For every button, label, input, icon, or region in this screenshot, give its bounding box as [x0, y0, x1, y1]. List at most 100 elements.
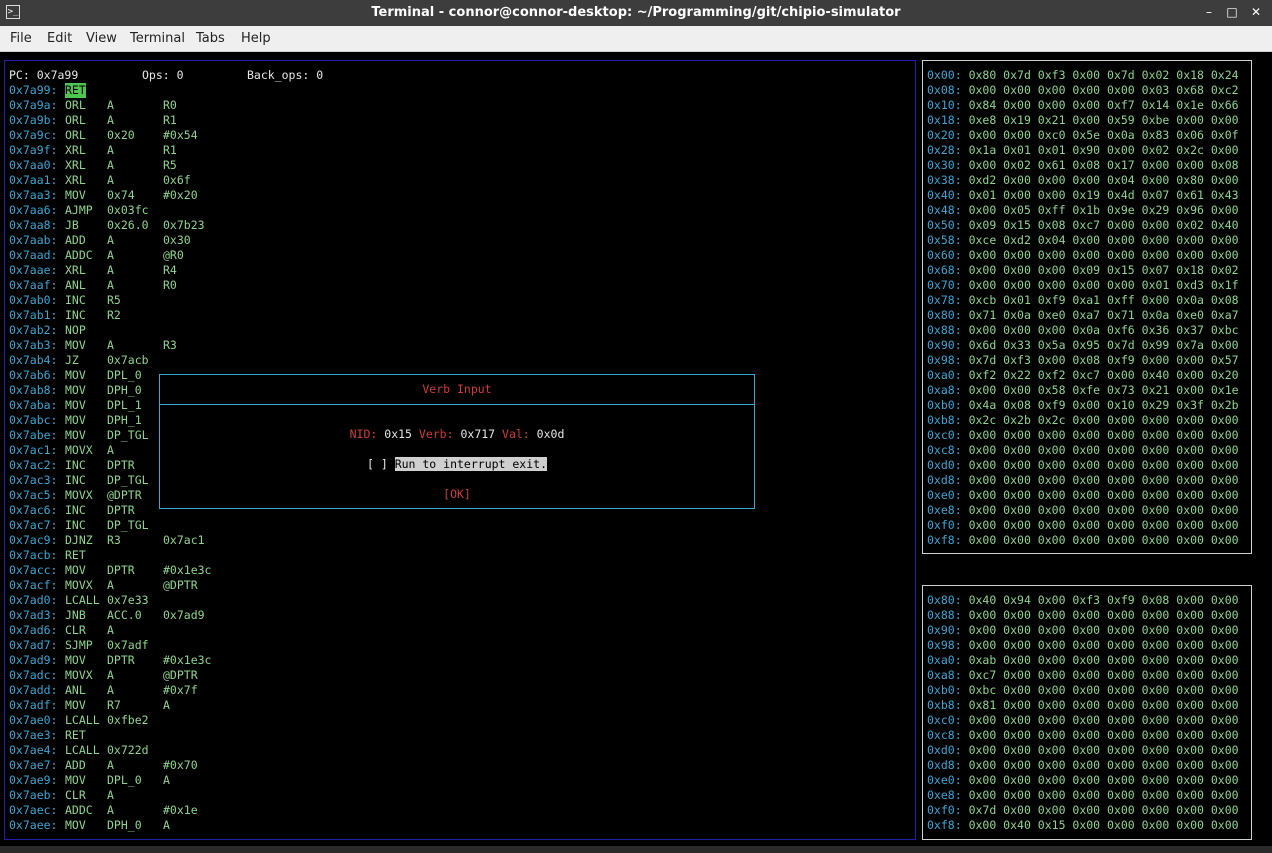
ops-label: Ops:: [142, 68, 170, 82]
hex-row-bytes: 0x00 0x00 0x00 0x0a 0xf6 0x36 0x37 0xbc: [968, 323, 1239, 337]
hex-row: 0xe8: 0x00 0x00 0x00 0x00 0x00 0x00 0x00…: [927, 503, 1239, 518]
instruction-mnemonic: DJNZ: [65, 533, 93, 547]
hex-row: 0x70: 0x00 0x00 0x00 0x00 0x00 0x01 0xd3…: [927, 278, 1239, 293]
hex-row: 0x28: 0x1a 0x01 0x01 0x90 0x00 0x02 0x2c…: [927, 143, 1239, 158]
instruction-address: 0x7ab8:: [9, 383, 58, 397]
hex-row-address: 0xb8:: [927, 698, 962, 712]
instruction-address: 0x7ad6:: [9, 623, 58, 637]
menu-help[interactable]: Help: [241, 31, 271, 46]
maximize-button[interactable]: □: [1224, 4, 1240, 20]
menu-view[interactable]: View: [86, 31, 117, 46]
hex-row: 0xd8: 0x00 0x00 0x00 0x00 0x00 0x00 0x00…: [927, 758, 1239, 773]
instruction-operand-1: A: [107, 233, 114, 247]
hex-row: 0xc8: 0x00 0x00 0x00 0x00 0x00 0x00 0x00…: [927, 728, 1239, 743]
hex-row-bytes: 0x00 0x00 0x00 0x00 0x00 0x00 0x00 0x00: [968, 788, 1239, 802]
terminal-area[interactable]: PC: 0x7a99 Ops: 0 Back_ops: 0 0x7a99: RET…: [0, 52, 1272, 853]
verb-input-dialog: Verb Input NID: 0x15 Verb: 0x717 Val: 0x…: [159, 374, 755, 509]
instruction-mnemonic: MOV: [65, 818, 86, 832]
hex-row-bytes: 0x7d 0xf3 0x00 0x08 0xf9 0x00 0x00 0x57: [968, 353, 1239, 367]
hex-row-address: 0xb0:: [927, 398, 962, 412]
instruction-address: 0x7ad3:: [9, 608, 58, 622]
hex-row-bytes: 0x00 0x00 0x00 0x00 0x00 0x00 0x00 0x00: [968, 503, 1239, 517]
ops-value: 0: [176, 68, 184, 82]
hex-row: 0xb0: 0xbc 0x00 0x00 0x00 0x00 0x00 0x00…: [927, 683, 1239, 698]
hex-row-address: 0xd8:: [927, 473, 962, 487]
nid-value[interactable]: 0x15: [384, 427, 412, 441]
instruction-operand-1: 0x03fc: [107, 203, 149, 217]
instruction-operand-2: A: [163, 773, 170, 787]
hex-row-bytes: 0x7d 0x00 0x00 0x00 0x00 0x00 0x00 0x00: [968, 803, 1239, 817]
window-titlebar[interactable]: >_ Terminal - connor@connor-desktop: ~/P…: [0, 0, 1272, 26]
instruction-address: 0x7ac6:: [9, 503, 58, 517]
hex-row-address: 0xc8:: [927, 443, 962, 457]
instruction-address: 0x7aec:: [9, 803, 58, 817]
hex-row-bytes: 0x00 0x40 0x15 0x00 0x00 0x00 0x00 0x00: [968, 818, 1239, 832]
instruction-mnemonic: LCALL: [65, 593, 100, 607]
menu-file[interactable]: File: [10, 31, 32, 46]
instruction-operand-1: DPH_0: [107, 383, 142, 397]
instruction-mnemonic: SJMP: [65, 638, 93, 652]
instruction-operand-1: A: [107, 263, 114, 277]
hex-row-bytes: 0x00 0x05 0xff 0x1b 0x9e 0x29 0x96 0x00: [968, 203, 1239, 217]
instruction-operand-1: A: [107, 803, 114, 817]
instruction-mnemonic: ANL: [65, 278, 86, 292]
hex-row-bytes: 0x00 0x00 0x00 0x00 0x00 0x00 0x00 0x00: [968, 488, 1239, 502]
hex-row-address: 0xf0:: [927, 518, 962, 532]
hex-row-bytes: 0xbc 0x00 0x00 0x00 0x00 0x00 0x00 0x00: [968, 683, 1239, 697]
instruction-address: 0x7ac9:: [9, 533, 58, 547]
instruction-operand-2: #0x54: [163, 128, 198, 142]
hex-row: 0x38: 0xd2 0x00 0x00 0x00 0x04 0x00 0x80…: [927, 173, 1239, 188]
instruction-operand-2: R0: [163, 278, 177, 292]
instruction-operand-1: A: [107, 143, 114, 157]
hex-row: 0x20: 0x00 0x00 0xc0 0x5e 0x0a 0x83 0x06…: [927, 128, 1239, 143]
hex-row-bytes: 0x00 0x00 0x00 0x00 0x00 0x00 0x00 0x00: [968, 623, 1239, 637]
val-value[interactable]: 0x0d: [537, 427, 565, 441]
hex-row: 0xa0: 0xab 0x00 0x00 0x00 0x00 0x00 0x00…: [927, 653, 1239, 668]
hex-row-bytes: 0x00 0x00 0x00 0x00 0x00 0x03 0x68 0xc2: [968, 83, 1239, 97]
menu-tabs[interactable]: Tabs: [196, 31, 225, 46]
instruction-operand-1: 0xfbe2: [107, 713, 149, 727]
instruction-operand-2: 0x7ac1: [163, 533, 205, 547]
minimize-button[interactable]: –: [1201, 4, 1217, 20]
instruction-operand-2: @DPTR: [163, 578, 198, 592]
hex-row: 0x18: 0xe8 0x19 0x21 0x00 0x59 0xbe 0x00…: [927, 113, 1239, 128]
instruction-operand-1: A: [107, 158, 114, 172]
instruction-mnemonic: ORL: [65, 98, 86, 112]
menu-edit[interactable]: Edit: [47, 31, 72, 46]
close-button[interactable]: ✕: [1248, 4, 1264, 20]
verb-value[interactable]: 0x717: [460, 427, 495, 441]
instruction-mnemonic: MOV: [65, 413, 86, 427]
instruction-operand-1: R7: [107, 698, 121, 712]
instruction-mnemonic: INC: [65, 518, 86, 532]
interrupt-exit-checkbox[interactable]: [ ]: [367, 457, 388, 471]
hex-row: 0xe0: 0x00 0x00 0x00 0x00 0x00 0x00 0x00…: [927, 773, 1239, 788]
instruction-operand-1: R2: [107, 308, 121, 322]
interrupt-exit-label[interactable]: Run to interrupt exit.: [394, 457, 548, 471]
hex-row-bytes: 0x00 0x00 0x00 0x00 0x00 0x00 0x00 0x00: [968, 443, 1239, 457]
hex-row: 0x88: 0x00 0x00 0x00 0x0a 0xf6 0x36 0x37…: [927, 323, 1239, 338]
val-label: Val:: [502, 427, 530, 441]
instruction-operand-2: R0: [163, 98, 177, 112]
instruction-operand-1: A: [107, 788, 114, 802]
instruction-address: 0x7a9a:: [9, 98, 58, 112]
instruction-operand-2: #0x1e: [163, 803, 198, 817]
hex-row-address: 0x08:: [927, 83, 962, 97]
hex-row-address: 0x20:: [927, 128, 962, 142]
instruction-operand-2: R1: [163, 113, 177, 127]
instruction-operand-1: DPTR: [107, 653, 135, 667]
menu-terminal[interactable]: Terminal: [130, 31, 185, 46]
instruction-address: 0x7a9f:: [9, 143, 58, 157]
instruction-mnemonic: INC: [65, 473, 86, 487]
hex-row: 0x08: 0x00 0x00 0x00 0x00 0x00 0x03 0x68…: [927, 83, 1239, 98]
instruction-operand-2: 0x7ad9: [163, 608, 205, 622]
instruction-address: 0x7ac5:: [9, 488, 58, 502]
hex-row: 0xc0: 0x00 0x00 0x00 0x00 0x00 0x00 0x00…: [927, 713, 1239, 728]
ok-button[interactable]: [OK]: [160, 487, 754, 502]
instruction-operand-1: A: [107, 683, 114, 697]
hex-row-bytes: 0x6d 0x33 0x5a 0x95 0x7d 0x99 0x7a 0x00: [968, 338, 1239, 352]
hex-row: 0xf8: 0x00 0x40 0x15 0x00 0x00 0x00 0x00…: [927, 818, 1239, 833]
hex-row: 0xb0: 0x4a 0x08 0xf9 0x00 0x10 0x29 0x3f…: [927, 398, 1239, 413]
instruction-operand-1: DPTR: [107, 563, 135, 577]
hex-row-address: 0xe8:: [927, 503, 962, 517]
instruction-address: 0x7aa8:: [9, 218, 58, 232]
